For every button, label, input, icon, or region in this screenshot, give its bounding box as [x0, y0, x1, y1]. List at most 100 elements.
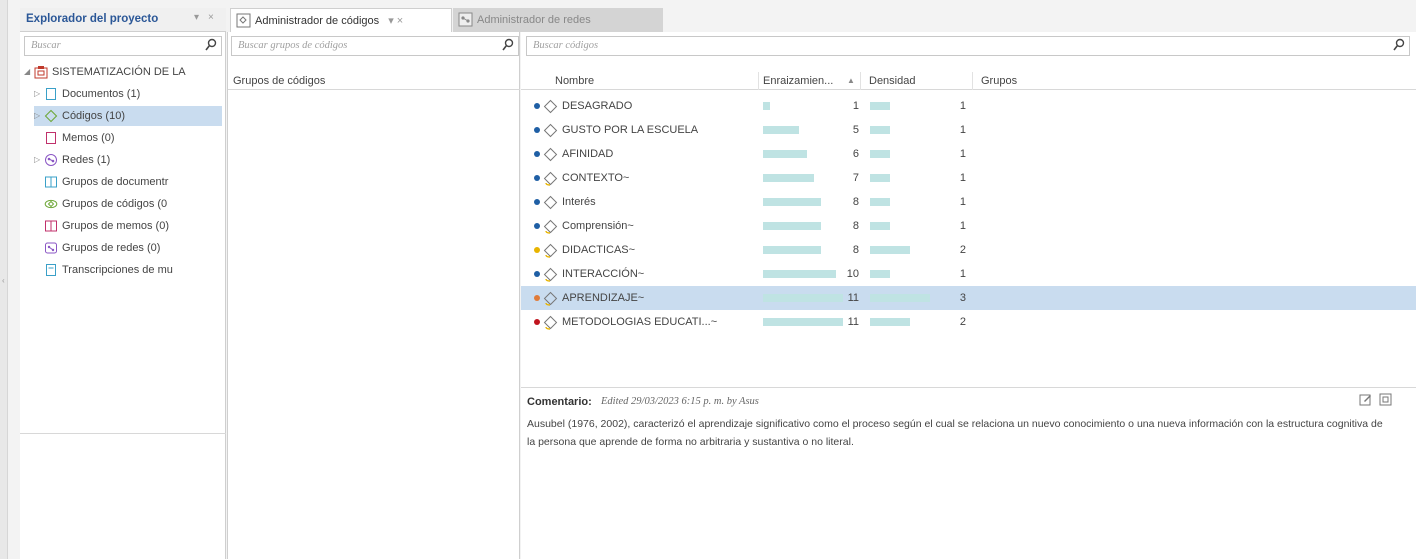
tree-item[interactable]: Grupos de redes (0) [34, 238, 222, 258]
code-groups-search-input[interactable]: Buscar grupos de códigos [231, 36, 519, 56]
density-bar [870, 102, 890, 110]
grounded-value: 10 [846, 268, 859, 280]
density-bar [870, 150, 890, 158]
density-value: 1 [959, 196, 966, 208]
code-with-comment-icon [543, 267, 558, 282]
comment-text[interactable]: Ausubel (1976, 2002), caracterizó el apr… [527, 415, 1387, 451]
expand-icon[interactable]: ◢ [24, 62, 34, 82]
code-icon [543, 123, 558, 138]
code-row[interactable]: INTERACCIÓN~ 10 1 [521, 262, 1416, 286]
comment-label: Comentario: [527, 396, 592, 408]
grounded-value: 8 [852, 220, 859, 232]
density-bar [870, 318, 910, 326]
grounded-bar [763, 246, 821, 254]
search-icon[interactable] [1393, 38, 1405, 52]
density-value: 1 [959, 148, 966, 160]
code-row[interactable]: DESAGRADO 1 1 [521, 94, 1416, 118]
density-bar [870, 294, 930, 302]
explorer-search-placeholder: Buscar [31, 40, 61, 51]
tree-item[interactable]: Transcripciones de mu [34, 260, 222, 280]
tree-item[interactable]: ▷ Documentos (1) [34, 84, 222, 104]
grounded-value: 11 [847, 292, 859, 304]
grounded-bar [763, 198, 821, 206]
transcription-icon [44, 263, 58, 277]
column-header-grounded[interactable]: Enraizamien... ▲ [759, 72, 861, 90]
code-groups-column-header[interactable]: Grupos de códigos [228, 72, 520, 90]
tree-item[interactable]: Grupos de memos (0) [34, 216, 222, 236]
code-color-dot [534, 175, 540, 181]
column-header-grounded-label: Enraizamien... [763, 75, 834, 87]
code-row[interactable]: METODOLOGIAS EDUCATI...~ 11 2 [521, 310, 1416, 334]
code-manager-icon [236, 13, 251, 28]
code-groups-pane: Buscar grupos de códigos Grupos de códig… [227, 32, 520, 559]
grounded-value: 7 [852, 172, 859, 184]
code-icon [543, 195, 558, 210]
density-bar [870, 222, 890, 230]
tree-item-label: Grupos de memos (0) [62, 220, 169, 232]
code-row[interactable]: Interés 8 1 [521, 190, 1416, 214]
tab-network-manager[interactable]: Administrador de redes [453, 8, 663, 32]
code-with-comment-icon [543, 219, 558, 234]
expand-icon[interactable]: ▷ [34, 150, 44, 170]
grounded-bar [763, 318, 843, 326]
column-header-name[interactable]: Nombre [551, 72, 759, 90]
comment-options-icon[interactable] [1379, 393, 1392, 406]
density-bar [870, 246, 910, 254]
explorer-pin-button[interactable]: ▾ [194, 12, 199, 23]
code-color-dot [534, 127, 540, 133]
tab-code-manager-controls[interactable]: ▾ × [388, 15, 403, 27]
code-diamond-icon [44, 109, 58, 123]
tree-item[interactable]: ▷ Redes (1) [34, 150, 222, 170]
explorer-search-input[interactable]: Buscar [24, 36, 222, 56]
tree-item[interactable]: Memos (0) [34, 128, 222, 148]
tree-item-label: Memos (0) [62, 132, 115, 144]
grounded-value: 8 [852, 196, 859, 208]
tree-item-label: Documentos (1) [62, 88, 141, 100]
document-icon [44, 87, 58, 101]
collapse-arrow-icon[interactable]: ‹ [2, 276, 5, 285]
grounded-bar [763, 174, 814, 182]
code-name: APRENDIZAJE~ [562, 292, 645, 304]
tree-item-label: Códigos (10) [62, 110, 125, 122]
column-header-density[interactable]: Densidad [865, 72, 973, 90]
expand-icon[interactable]: ▷ [34, 84, 44, 104]
tree-item[interactable]: Grupos de documentr [34, 172, 222, 192]
search-icon[interactable] [205, 38, 217, 52]
column-header-groups[interactable]: Grupos [977, 72, 1177, 90]
code-row[interactable]: AFINIDAD 6 1 [521, 142, 1416, 166]
search-icon[interactable] [502, 38, 514, 52]
code-name: Comprensión~ [562, 220, 634, 232]
code-color-dot [534, 295, 540, 301]
codes-search-input[interactable]: Buscar códigos [526, 36, 1410, 56]
grounded-bar [763, 126, 799, 134]
density-value: 1 [959, 220, 966, 232]
code-with-comment-icon [543, 243, 558, 258]
code-row[interactable]: Comprensión~ 8 1 [521, 214, 1416, 238]
grounded-value: 11 [847, 316, 859, 328]
expand-icon[interactable]: ▷ [34, 106, 44, 126]
code-name: DESAGRADO [562, 100, 633, 112]
network-group-icon [44, 241, 58, 255]
tree-item[interactable]: Grupos de códigos (0 [34, 194, 222, 214]
tree-item-label: Redes (1) [62, 154, 111, 166]
density-value: 1 [959, 268, 966, 280]
project-icon [34, 65, 48, 79]
density-value: 2 [959, 244, 966, 256]
code-row[interactable]: CONTEXTO~ 7 1 [521, 166, 1416, 190]
codes-table-header: Nombre Enraizamien... ▲ Densidad Grupos [521, 72, 1416, 90]
project-explorer-panel: Explorador del proyecto ▾ × Buscar ◢ SIST… [20, 8, 226, 559]
code-row[interactable]: APRENDIZAJE~ 11 3 [521, 286, 1416, 310]
tab-code-manager[interactable]: Administrador de códigos ▾ × [230, 8, 452, 32]
tree-item[interactable]: ◢ SISTEMATIZACIÓN DE LA [24, 62, 222, 82]
code-row[interactable]: DIDACTICAS~ 8 2 [521, 238, 1416, 262]
edit-comment-icon[interactable] [1359, 393, 1372, 406]
code-name: INTERACCIÓN~ [562, 268, 645, 280]
code-name: Interés [562, 196, 596, 208]
grounded-bar [763, 102, 770, 110]
code-group-icon [44, 197, 58, 211]
tree-item[interactable]: ▷ Códigos (10) [34, 106, 222, 126]
grounded-bar [763, 150, 807, 158]
explorer-close-button[interactable]: × [208, 12, 214, 23]
code-row[interactable]: GUSTO POR LA ESCUELA 5 1 [521, 118, 1416, 142]
code-color-dot [534, 199, 540, 205]
